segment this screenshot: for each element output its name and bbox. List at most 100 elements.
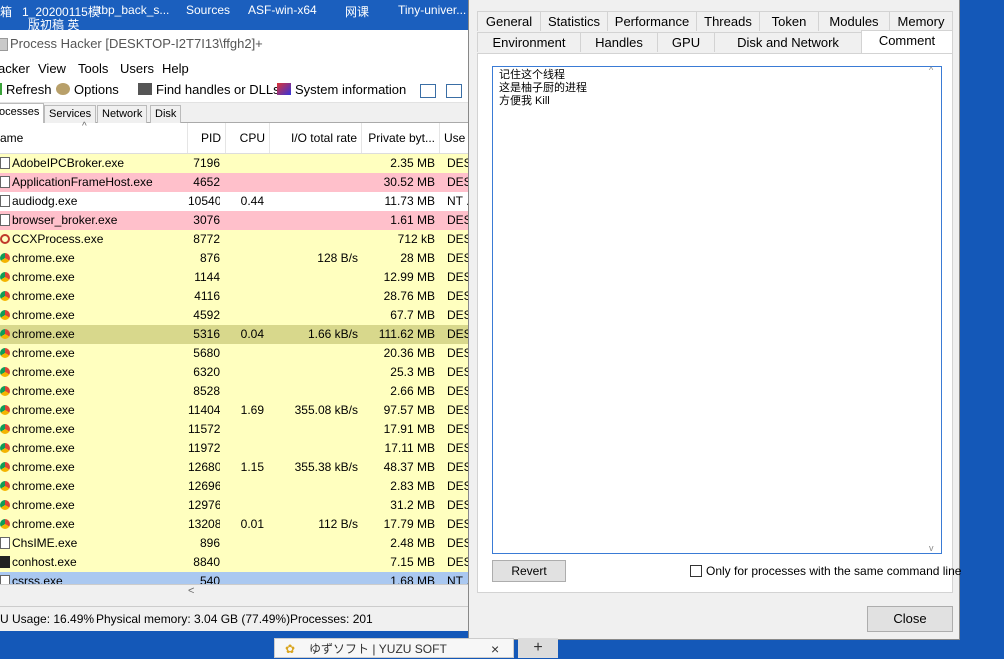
- process-name: ChsIME.exe: [12, 536, 78, 550]
- process-row[interactable]: chrome.exe 4592 67.7 MB DES: [0, 306, 470, 325]
- process-user: DES: [447, 156, 470, 170]
- window-icon[interactable]: [420, 84, 436, 98]
- desktop-item[interactable]: Tiny-univer...: [398, 3, 466, 17]
- tab-modules[interactable]: Modules: [818, 11, 890, 31]
- tab-environment[interactable]: Environment: [477, 32, 581, 52]
- app-icon: [0, 38, 8, 51]
- menu-users[interactable]: Users: [120, 61, 154, 76]
- tab-comment[interactable]: Comment: [861, 30, 953, 53]
- window-icon[interactable]: [446, 84, 462, 98]
- tab-processes[interactable]: ocesses: [0, 103, 45, 123]
- process-io-rate: [270, 154, 358, 173]
- process-io-rate: 112 B/s: [318, 517, 358, 531]
- process-private-bytes: 2.83 MB: [390, 479, 435, 493]
- process-row[interactable]: browser_broker.exe 3076 1.61 MB DES: [0, 211, 470, 230]
- toolbar: Refresh Options Find handles or DLLs Sys…: [0, 78, 470, 103]
- tab-disk[interactable]: Disk: [150, 105, 182, 123]
- tab-handles[interactable]: Handles: [580, 32, 658, 52]
- process-io-rate: 355.08 kB/s: [294, 403, 358, 417]
- desktop-item[interactable]: Sources: [186, 3, 230, 17]
- chrome-icon: [0, 291, 10, 301]
- process-row[interactable]: chrome.exe 11404 1.69 355.08 kB/s 97.57 MB DE…: [0, 401, 470, 420]
- options-button[interactable]: Options: [56, 82, 119, 97]
- new-tab-button[interactable]: +: [518, 638, 558, 658]
- chrome-icon: [0, 329, 10, 339]
- process-io-rate: [270, 534, 358, 553]
- process-user: DES: [447, 422, 470, 436]
- tab-services[interactable]: Services: [44, 105, 97, 123]
- revert-button[interactable]: Revert: [492, 560, 566, 582]
- process-row[interactable]: chrome.exe 11972 17.11 MB DES: [0, 439, 470, 458]
- scroll-up-icon[interactable]: ^: [929, 65, 933, 75]
- browser-tab[interactable]: ✿ ゆずソフト | YUZU SOFT ×: [274, 638, 514, 658]
- comment-text[interactable]: 记住这个线程 这是柚子厨的进程 方便我 Kill: [499, 69, 587, 108]
- tab-disk-and-network[interactable]: Disk and Network: [714, 32, 862, 52]
- scroll-left-icon[interactable]: <: [188, 585, 194, 597]
- process-row[interactable]: chrome.exe 12976 31.2 MB DES: [0, 496, 470, 515]
- process-pid: 7196: [193, 156, 220, 170]
- process-row[interactable]: chrome.exe 876 128 B/s 28 MB DES: [0, 249, 470, 268]
- process-row[interactable]: conhost.exe 8840 7.15 MB DES: [0, 553, 470, 572]
- process-user: DES: [447, 479, 470, 493]
- process-icon: [0, 176, 10, 188]
- process-row[interactable]: chrome.exe 12696 2.83 MB DES: [0, 477, 470, 496]
- tab-performance[interactable]: Performance: [607, 11, 697, 31]
- comment-textarea[interactable]: 记住这个线程 这是柚子厨的进程 方便我 Kill ^ v: [492, 65, 942, 554]
- process-pid: 876: [199, 251, 220, 265]
- desktop-item[interactable]: 网课: [345, 3, 369, 20]
- refresh-button[interactable]: Refresh: [0, 82, 52, 97]
- process-cpu: [226, 287, 264, 306]
- column-pid[interactable]: PID: [188, 123, 226, 153]
- window-titlebar: Process Hacker [DESKTOP-I2T7I13\ffgh2]+: [0, 30, 470, 58]
- same-command-line-label[interactable]: Only for processes with the same command…: [706, 564, 961, 578]
- horizontal-scrollbar[interactable]: <: [0, 584, 470, 601]
- process-private-bytes: 97.57 MB: [383, 403, 435, 417]
- process-row[interactable]: chrome.exe 11572 17.91 MB DES: [0, 420, 470, 439]
- process-row[interactable]: chrome.exe 4116 28.76 MB DES: [0, 287, 470, 306]
- column-name[interactable]: ame: [0, 123, 188, 153]
- process-row[interactable]: AdobeIPCBroker.exe 7196 2.35 MB DES: [0, 154, 470, 173]
- process-row[interactable]: CCXProcess.exe 8772 712 kB DES: [0, 230, 470, 249]
- system-information-button[interactable]: System information: [277, 82, 406, 97]
- process-row[interactable]: chrome.exe 1144 12.99 MB DES: [0, 268, 470, 287]
- process-row[interactable]: chrome.exe 5680 20.36 MB DES: [0, 344, 470, 363]
- tab-memory[interactable]: Memory: [889, 11, 953, 31]
- console-icon: [0, 556, 10, 568]
- process-row[interactable]: chrome.exe 6320 25.3 MB DES: [0, 363, 470, 382]
- window-title: Process Hacker [DESKTOP-I2T7I13\ffgh2]+: [10, 36, 263, 51]
- tab-gpu[interactable]: GPU: [657, 32, 715, 52]
- tab-threads[interactable]: Threads: [696, 11, 760, 31]
- column-private-bytes[interactable]: Private byt...: [362, 123, 440, 153]
- process-row[interactable]: ApplicationFrameHost.exe 4652 30.52 MB DES: [0, 173, 470, 192]
- process-name: chrome.exe: [12, 403, 75, 417]
- process-row[interactable]: ChsIME.exe 896 2.48 MB DES: [0, 534, 470, 553]
- process-row[interactable]: chrome.exe 8528 2.66 MB DES: [0, 382, 470, 401]
- find-handles-button[interactable]: Find handles or DLLs: [138, 82, 280, 97]
- desktop-item[interactable]: 箱: [0, 3, 12, 20]
- process-icon: [0, 214, 10, 226]
- desktop-item[interactable]: ASF-win-x64: [248, 3, 317, 17]
- menu-hacker[interactable]: acker: [0, 61, 30, 76]
- desktop-item[interactable]: tbp_back_s...: [98, 3, 169, 17]
- vertical-scrollbar[interactable]: ^ v: [926, 65, 941, 553]
- column-cpu[interactable]: CPU: [226, 123, 270, 153]
- process-private-bytes: 67.7 MB: [390, 308, 435, 322]
- process-private-bytes: 712 kB: [397, 232, 435, 246]
- same-command-line-checkbox[interactable]: [690, 565, 702, 577]
- menu-tools[interactable]: Tools: [78, 61, 108, 76]
- process-io-rate: [270, 439, 358, 458]
- process-row[interactable]: chrome.exe 5316 0.04 1.66 kB/s 111.62 MB DES: [0, 325, 470, 344]
- close-button[interactable]: Close: [867, 606, 953, 632]
- process-row[interactable]: chrome.exe 12680 1.15 355.38 kB/s 48.37 MB DE…: [0, 458, 470, 477]
- menu-view[interactable]: View: [38, 61, 66, 76]
- process-row[interactable]: chrome.exe 13208 0.01 112 B/s 17.79 MB DES: [0, 515, 470, 534]
- process-row[interactable]: audiodg.exe 10540 0.44 11.73 MB NT .: [0, 192, 470, 211]
- close-tab-icon[interactable]: ×: [491, 639, 499, 659]
- tab-token[interactable]: Token: [759, 11, 819, 31]
- scroll-down-icon[interactable]: v: [929, 543, 934, 553]
- tab-network[interactable]: Network: [97, 105, 148, 123]
- menu-help[interactable]: Help: [162, 61, 189, 76]
- tab-general[interactable]: General: [477, 11, 541, 31]
- tab-statistics[interactable]: Statistics: [540, 11, 608, 31]
- column-io[interactable]: I/O total rate: [270, 123, 362, 153]
